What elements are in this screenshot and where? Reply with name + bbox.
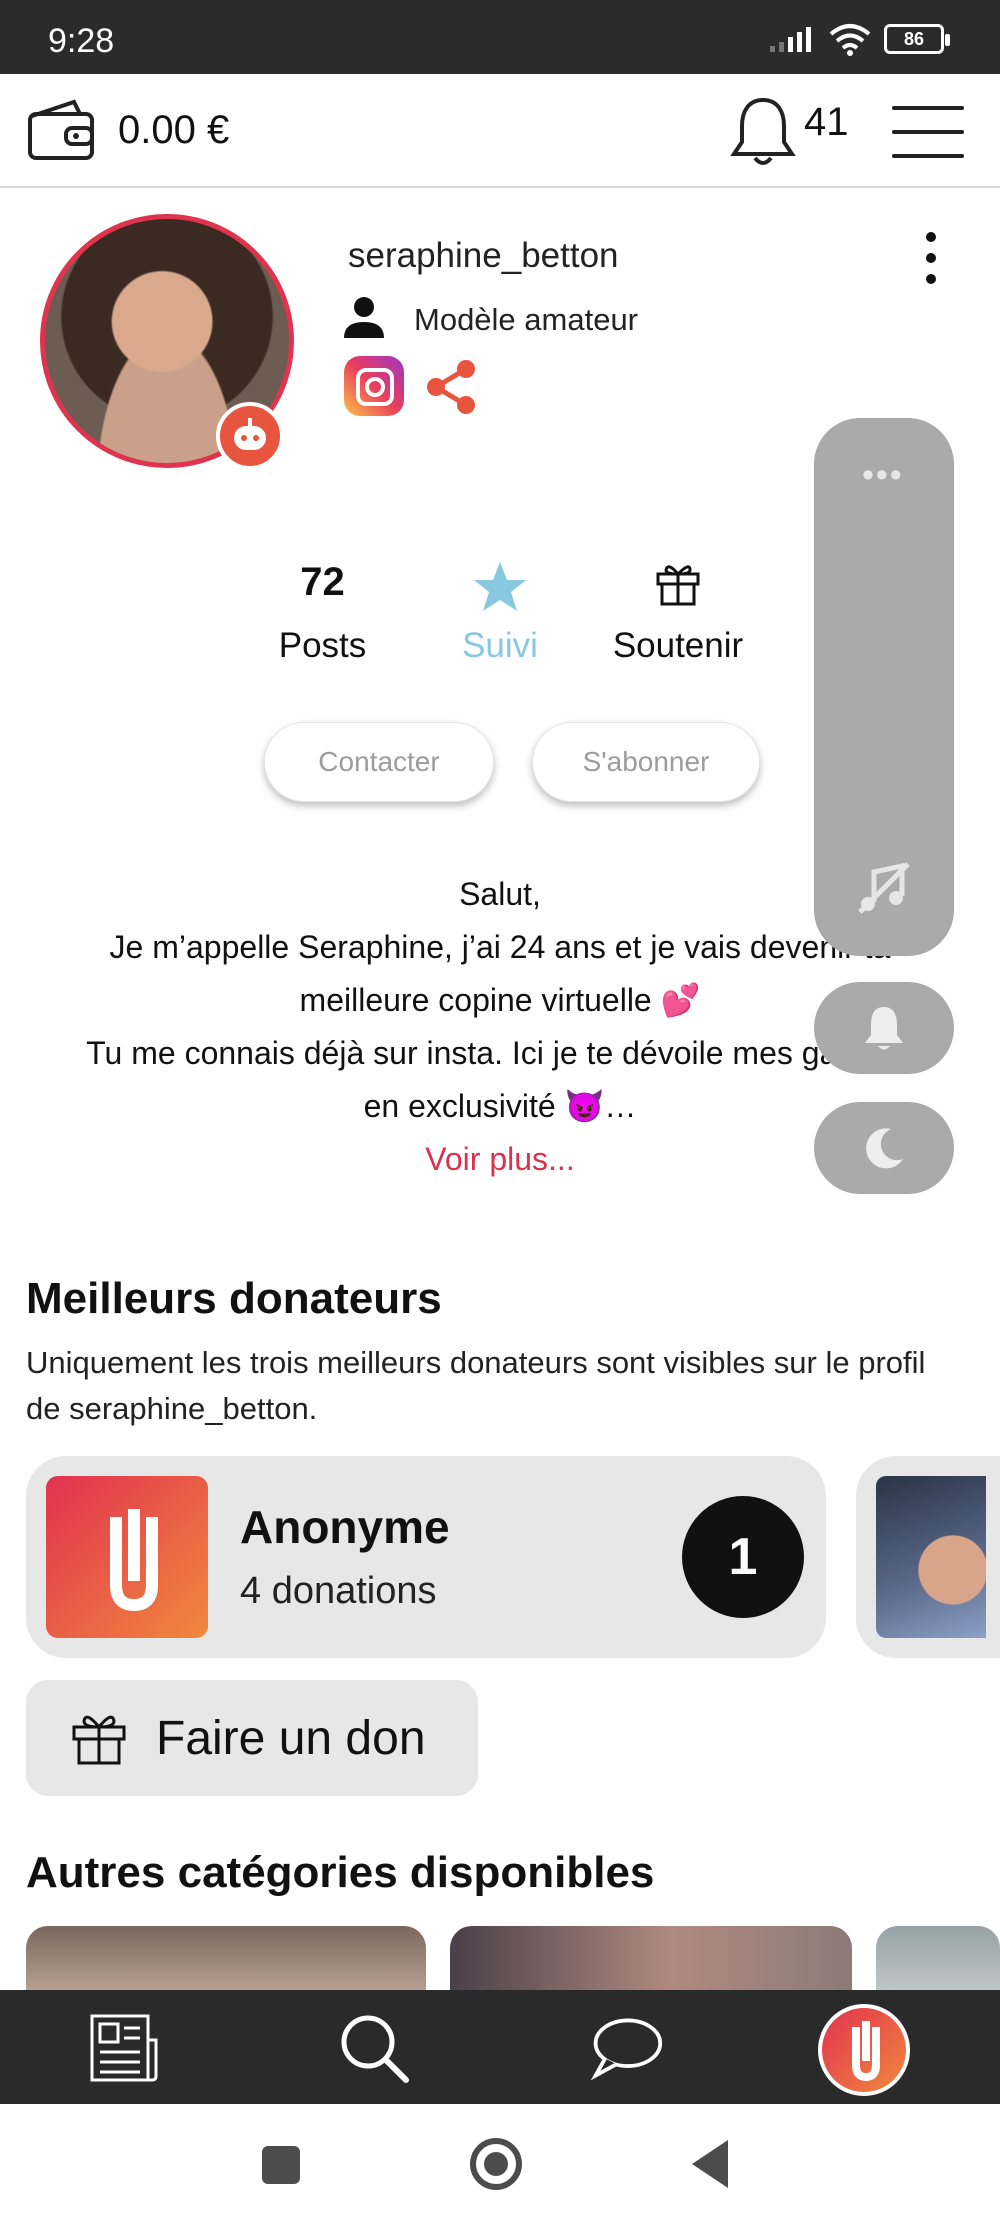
category-card[interactable] <box>26 1926 426 2000</box>
music-off-icon[interactable] <box>854 858 914 918</box>
posts-label: Posts <box>278 626 367 665</box>
donors-title: Meilleurs donateurs <box>26 1274 442 1323</box>
posts-count: 72 <box>300 560 345 604</box>
robot-icon <box>216 402 284 470</box>
news-feed-icon[interactable] <box>86 2010 162 2086</box>
contact-button[interactable]: Contacter <box>264 722 494 802</box>
back-icon[interactable] <box>692 2140 728 2188</box>
wallet-balance[interactable]: 0.00 € <box>118 108 229 153</box>
donate-button[interactable]: Faire un don <box>26 1680 478 1796</box>
chat-icon[interactable] <box>588 2010 664 2086</box>
subscribe-button[interactable]: S'abonner <box>532 722 760 802</box>
hamburger-icon[interactable] <box>892 106 964 158</box>
categories-title: Autres catégories disponibles <box>26 1848 655 1897</box>
category-card[interactable] <box>450 1926 852 2000</box>
wallet-icon[interactable] <box>26 98 98 164</box>
profile-username: seraphine_betton <box>348 236 619 275</box>
recent-apps-icon[interactable] <box>262 2146 300 2184</box>
donor-donations: 4 donations <box>240 1570 437 1612</box>
home-icon[interactable] <box>470 2138 522 2190</box>
donor-card[interactable]: Anonyme 4 donations 1 <box>26 1456 826 1658</box>
category-card[interactable] <box>876 1926 1000 2000</box>
support-button[interactable]: Soutenir <box>600 560 756 666</box>
moon-icon[interactable] <box>814 1102 954 1194</box>
battery-indicator: 86 <box>884 24 950 54</box>
profile-role: Modèle amateur <box>414 302 639 337</box>
support-label: Soutenir <box>612 626 744 665</box>
star-icon <box>450 560 550 616</box>
share-icon[interactable] <box>420 356 482 418</box>
bottom-navigation <box>0 1990 1000 2104</box>
gift-icon <box>600 560 756 616</box>
status-icons: 86 <box>768 22 950 56</box>
system-navigation-bar <box>0 2104 1000 2223</box>
panel-dots[interactable]: ••• <box>862 456 904 495</box>
donor-avatar <box>876 1476 986 1638</box>
follow-label: Suivi <box>462 626 538 665</box>
stat-posts[interactable]: 72 Posts <box>270 560 375 666</box>
donor-card[interactable] <box>856 1456 1000 1658</box>
profile-nav-icon[interactable] <box>818 2004 910 2096</box>
floating-side-panel[interactable]: ••• <box>814 418 954 956</box>
app-header: 0.00 € 41 <box>0 74 1000 188</box>
follow-toggle[interactable]: Suivi <box>450 560 550 666</box>
status-bar: 9:28 86 <box>0 0 1000 74</box>
donate-label: Faire un don <box>156 1711 426 1765</box>
notification-count[interactable]: 41 <box>804 100 849 145</box>
gift-icon <box>72 1715 126 1765</box>
instagram-icon[interactable] <box>344 356 404 416</box>
donor-rank-badge: 1 <box>682 1496 804 1618</box>
donors-subtitle: Uniquement les trois meilleurs donateurs… <box>26 1345 926 1426</box>
app-logo-icon <box>46 1476 208 1638</box>
profile-avatar-group <box>40 214 294 470</box>
search-icon[interactable] <box>336 2010 412 2086</box>
bell-icon[interactable] <box>728 94 798 170</box>
signal-icon <box>770 27 811 52</box>
person-icon <box>344 297 384 338</box>
wifi-icon <box>829 24 871 56</box>
more-options-icon[interactable] <box>920 232 942 284</box>
status-time: 9:28 <box>48 22 115 60</box>
donor-name: Anonyme <box>240 1501 450 1553</box>
bell-icon[interactable] <box>814 982 954 1074</box>
